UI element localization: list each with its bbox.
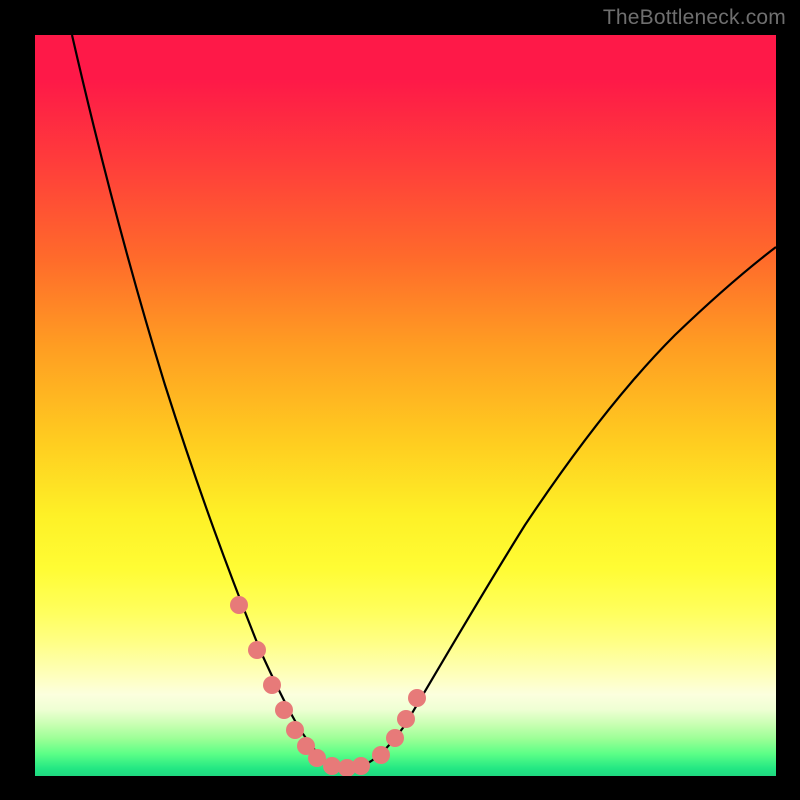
plot-area	[35, 35, 776, 776]
marker-dot	[386, 729, 404, 747]
curve-line	[72, 35, 776, 769]
marker-dot	[230, 596, 248, 614]
marker-dot	[408, 689, 426, 707]
chart-svg	[35, 35, 776, 776]
chart-frame: TheBottleneck.com	[0, 0, 800, 800]
marker-dot	[275, 701, 293, 719]
curve-group	[72, 35, 776, 769]
marker-dot	[352, 757, 370, 775]
marker-dot	[372, 746, 390, 764]
marker-group	[230, 596, 426, 776]
marker-dot	[248, 641, 266, 659]
watermark-text: TheBottleneck.com	[603, 6, 786, 30]
marker-dot	[263, 676, 281, 694]
marker-dot	[397, 710, 415, 728]
marker-dot	[286, 721, 304, 739]
